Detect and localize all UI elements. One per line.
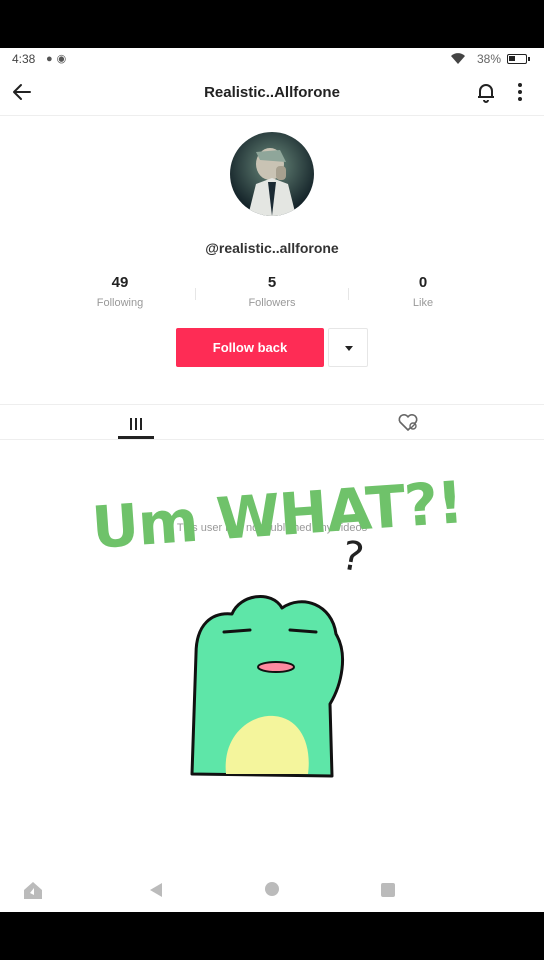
stat-value: 0 — [418, 274, 428, 291]
more-vertical-icon[interactable] — [508, 80, 532, 104]
follow-back-button[interactable]: Follow back — [176, 328, 324, 367]
system-nav-bar — [0, 868, 544, 912]
stat-label: Followers — [248, 297, 296, 309]
frog-sticker — [190, 595, 344, 778]
stat-label: Following — [96, 297, 144, 309]
stat-value: 49 — [111, 274, 129, 291]
notification-icons: ●◉ — [46, 52, 70, 65]
home-icon[interactable] — [22, 880, 44, 900]
stat-following[interactable]: 49 Following — [60, 274, 180, 309]
back-icon[interactable] — [148, 882, 164, 898]
recents-icon[interactable] — [381, 883, 395, 897]
suggested-accounts-dropdown-button[interactable] — [328, 328, 368, 367]
profile-header: Realistic..Allforone — [0, 72, 544, 116]
status-time: 4:38 — [12, 52, 36, 66]
stat-label: Like — [412, 297, 434, 309]
liked-heart-icon[interactable] — [396, 410, 420, 434]
bell-icon[interactable] — [474, 80, 498, 104]
divider — [0, 439, 544, 440]
stat-followers[interactable]: 5 Followers — [212, 274, 332, 309]
overlay-caption: Um WHAT?! — [89, 468, 465, 562]
chat-icon: ● — [46, 53, 57, 65]
stat-likes[interactable]: 0 Like — [363, 274, 483, 309]
page-title: Realistic..Allforone — [204, 84, 340, 101]
status-bar: 4:38 ●◉ 38% — [0, 48, 544, 72]
avatar[interactable] — [230, 132, 314, 216]
divider — [195, 288, 196, 300]
app-screen: 4:38 ●◉ 38% Realistic..Allforone @realis… — [0, 48, 544, 912]
battery-icon — [507, 54, 530, 64]
battery-percent: 38% — [477, 52, 502, 66]
divider — [348, 288, 349, 300]
wifi-icon — [451, 53, 465, 64]
videos-grid-icon[interactable] — [118, 410, 154, 438]
profile-handle: @realistic..allforone — [205, 240, 339, 256]
incognito-icon: ◉ — [56, 53, 71, 65]
stat-value: 5 — [267, 274, 277, 291]
divider — [0, 404, 544, 405]
home-circle-icon[interactable] — [265, 882, 279, 896]
